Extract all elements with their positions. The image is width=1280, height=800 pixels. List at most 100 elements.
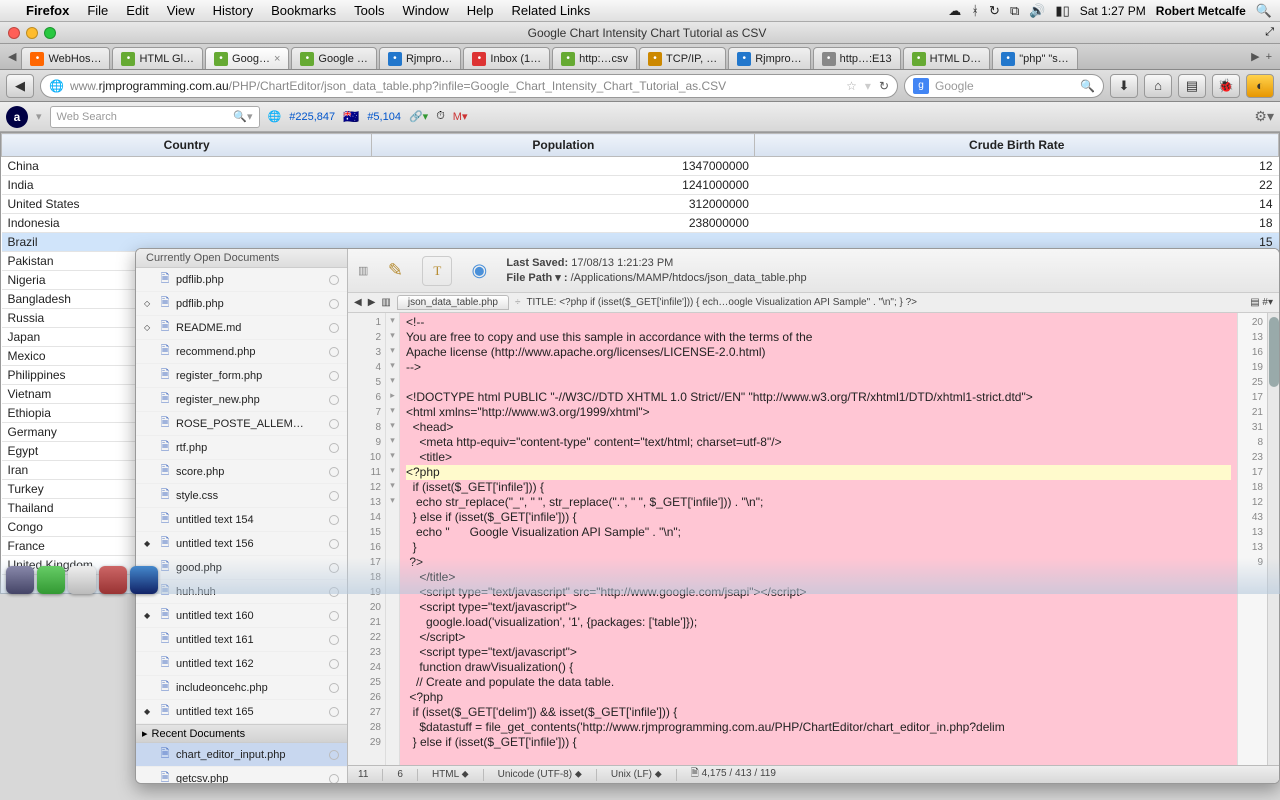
browser-tab[interactable]: •http…:E13 [813, 47, 901, 69]
dock-app-icon[interactable] [130, 566, 158, 594]
table-row[interactable]: China134700000012 [2, 157, 1279, 176]
clock[interactable]: Sat 1:27 PM [1080, 4, 1146, 18]
spotlight-icon[interactable]: 🔍 [1256, 3, 1272, 19]
battery-icon[interactable]: ▮▯ [1055, 3, 1069, 19]
file-item[interactable]: 🗎register_new.php [136, 388, 347, 412]
close-file-icon[interactable] [329, 395, 339, 405]
alexa-global-rank[interactable]: #225,847 [289, 111, 335, 123]
code-area[interactable]: 1234567891011121314151617181920212223242… [348, 313, 1279, 765]
home-icon[interactable]: ⌂ [1144, 74, 1172, 98]
nav-menu-icon[interactable]: ▥ [381, 297, 390, 308]
alexa-icon[interactable]: a [6, 106, 28, 128]
menu-window[interactable]: Window [403, 3, 449, 18]
col-population[interactable]: Population [372, 134, 755, 157]
file-item[interactable]: 🗎style.css [136, 484, 347, 508]
dock-app-icon[interactable] [99, 566, 127, 594]
gear-icon[interactable]: ⚙▾ [1254, 108, 1274, 125]
search-icon[interactable]: 🔍 [1080, 79, 1095, 93]
close-file-icon[interactable] [329, 491, 339, 501]
menu-tools[interactable]: Tools [354, 3, 384, 18]
dropbox-icon[interactable]: ☁ [948, 3, 961, 19]
zoom-icon[interactable] [44, 27, 56, 39]
col-birth-rate[interactable]: Crude Birth Rate [755, 134, 1279, 157]
browser-tab[interactable]: •Goog…× [205, 47, 289, 69]
fullscreen-icon[interactable]: ⤢ [1230, 26, 1280, 39]
dock-app-icon[interactable] [37, 566, 65, 594]
dock-app-icon[interactable] [68, 566, 96, 594]
menu-help[interactable]: Help [467, 3, 494, 18]
browser-tab[interactable]: •Rjmpro… [728, 47, 810, 69]
file-item[interactable]: 🗎score.php [136, 460, 347, 484]
close-file-icon[interactable] [329, 611, 339, 621]
close-file-icon[interactable] [329, 539, 339, 549]
reload-icon[interactable]: ↻ [879, 79, 889, 93]
file-path-value[interactable]: /Applications/MAMP/htdocs/json_data_tabl… [571, 272, 807, 284]
file-item[interactable]: ◇🗎README.md [136, 316, 347, 340]
editor-tab[interactable]: json_data_table.php [397, 295, 509, 310]
tab-scroll-right[interactable]: ▶ [1251, 50, 1259, 63]
menu-related-links[interactable]: Related Links [512, 3, 591, 18]
file-item[interactable]: ◆🗎untitled text 156 [136, 532, 347, 556]
browser-tab[interactable]: •Inbox (1… [463, 47, 550, 69]
bluetooth-icon[interactable]: ᚼ [971, 3, 979, 18]
recent-docs-header[interactable]: ▸Recent Documents [136, 724, 347, 743]
file-item[interactable]: 🗎register_form.php [136, 364, 347, 388]
bookmark-icon[interactable]: ☆ [846, 79, 857, 93]
col-country[interactable]: Country [2, 134, 372, 157]
close-file-icon[interactable] [329, 419, 339, 429]
file-item[interactable]: ◆🗎untitled text 165 [136, 700, 347, 724]
user-menu[interactable]: Robert Metcalfe [1156, 4, 1246, 18]
volume-icon[interactable]: 🔊 [1029, 3, 1045, 19]
close-file-icon[interactable] [329, 467, 339, 477]
close-file-icon[interactable] [329, 299, 339, 309]
file-item[interactable]: 🗎untitled text 154 [136, 508, 347, 532]
app-menu[interactable]: Firefox [26, 3, 69, 18]
dock[interactable] [0, 558, 1280, 594]
firebug-icon[interactable]: 🐞 [1212, 74, 1240, 98]
browser-tab[interactable]: •Rjmpro… [379, 47, 461, 69]
close-icon[interactable] [8, 27, 20, 39]
download-icon[interactable]: ⬇ [1110, 74, 1138, 98]
close-file-icon[interactable] [329, 750, 339, 760]
table-row[interactable]: United States31200000014 [2, 195, 1279, 214]
close-file-icon[interactable] [329, 707, 339, 717]
file-item[interactable]: 🗎getcsv.php [136, 767, 347, 783]
close-file-icon[interactable] [329, 659, 339, 669]
file-item[interactable]: ◇🗎pdflib.php [136, 292, 347, 316]
bookmarks-icon[interactable]: ▤ [1178, 74, 1206, 98]
browser-tab[interactable]: •HTML Gl… [112, 47, 203, 69]
links-icon[interactable]: 🔗▾ [409, 110, 428, 123]
browser-tab[interactable]: •"php" "s… [992, 47, 1078, 69]
file-item[interactable]: 🗎chart_editor_input.php [136, 743, 347, 767]
close-file-icon[interactable] [329, 323, 339, 333]
file-item[interactable]: 🗎recommend.php [136, 340, 347, 364]
preview-icon[interactable]: ◉ [464, 256, 494, 286]
gmail-icon[interactable]: M▾ [453, 110, 468, 123]
menu-file[interactable]: File [87, 3, 108, 18]
browser-tab[interactable]: •HTML D… [903, 47, 991, 69]
file-item[interactable]: 🗎ROSE_POSTE_ALLEM… [136, 412, 347, 436]
close-tab-icon[interactable]: × [274, 53, 280, 65]
dock-app-icon[interactable] [6, 566, 34, 594]
new-tab-icon[interactable]: + [1266, 51, 1272, 63]
stopwatch-icon[interactable]: ⏱ [436, 110, 445, 123]
alexa-search[interactable]: Web Search 🔍▾ [50, 106, 260, 128]
file-item[interactable]: 🗎includeoncehc.php [136, 676, 347, 700]
close-file-icon[interactable] [329, 774, 339, 784]
scrollbar[interactable] [1267, 313, 1279, 765]
menu-edit[interactable]: Edit [126, 3, 148, 18]
addon-icon[interactable]: ◐ [1246, 74, 1274, 98]
nav-back-icon[interactable]: ◀ [354, 297, 362, 308]
close-file-icon[interactable] [329, 635, 339, 645]
menu-view[interactable]: View [167, 3, 195, 18]
close-file-icon[interactable] [329, 371, 339, 381]
nav-fwd-icon[interactable]: ▶ [368, 297, 376, 308]
file-item[interactable]: ◆🗎untitled text 160 [136, 604, 347, 628]
close-file-icon[interactable] [329, 275, 339, 285]
browser-tab[interactable]: •WebHos… [21, 47, 110, 69]
status-lang[interactable]: HTML ⬥ [432, 769, 469, 780]
wifi-icon[interactable]: ⧉ [1010, 3, 1019, 19]
table-row[interactable]: Indonesia23800000018 [2, 214, 1279, 233]
browser-tab[interactable]: •TCP/IP, … [639, 47, 726, 69]
back-button[interactable]: ◀ [6, 74, 34, 98]
